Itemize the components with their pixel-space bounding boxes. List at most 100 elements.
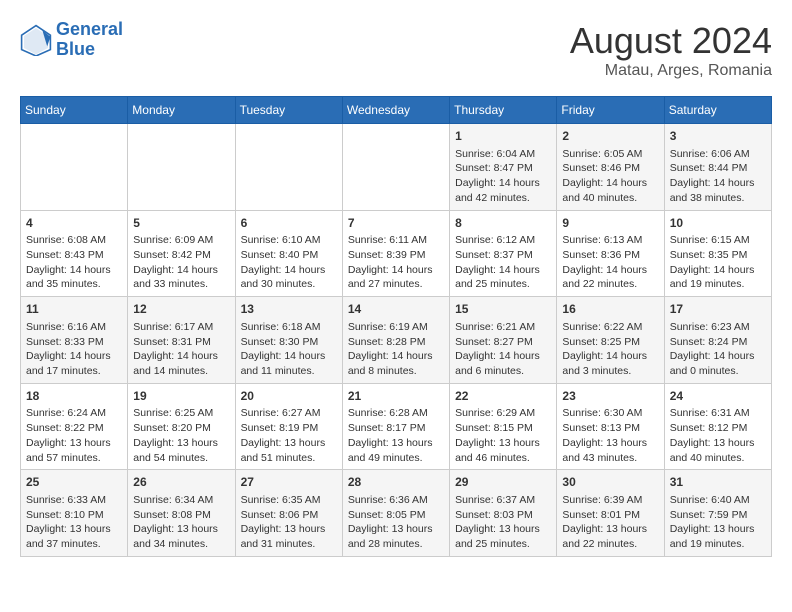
- day-info: Daylight: 14 hours: [26, 350, 111, 362]
- day-number: 19: [133, 388, 229, 405]
- day-number: 20: [241, 388, 337, 405]
- day-info: Sunrise: 6:21 AM: [455, 321, 535, 333]
- day-info: Sunrise: 6:11 AM: [348, 234, 427, 246]
- calendar-cell: 13Sunrise: 6:18 AMSunset: 8:30 PMDayligh…: [235, 297, 342, 384]
- day-info: Daylight: 14 hours: [670, 264, 755, 276]
- day-info: Sunrise: 6:10 AM: [241, 234, 321, 246]
- calendar-cell: 3Sunrise: 6:06 AMSunset: 8:44 PMDaylight…: [664, 124, 771, 211]
- day-info: Daylight: 14 hours: [133, 264, 218, 276]
- day-info: Sunset: 8:40 PM: [241, 249, 319, 261]
- day-info: Daylight: 13 hours: [562, 523, 647, 535]
- day-number: 25: [26, 474, 122, 491]
- day-header-tuesday: Tuesday: [235, 97, 342, 124]
- day-info: Sunrise: 6:16 AM: [26, 321, 106, 333]
- day-info: Sunset: 8:15 PM: [455, 422, 533, 434]
- calendar-cell: 5Sunrise: 6:09 AMSunset: 8:42 PMDaylight…: [128, 210, 235, 297]
- day-info: Sunrise: 6:04 AM: [455, 148, 535, 160]
- day-number: 8: [455, 215, 551, 232]
- day-number: 5: [133, 215, 229, 232]
- day-info: Sunrise: 6:40 AM: [670, 494, 750, 506]
- day-number: 11: [26, 301, 122, 318]
- day-info: Sunrise: 6:34 AM: [133, 494, 213, 506]
- calendar-week-3: 11 Sunrise: 6:16 AM Sunset: 8:33 PM Dayligh…: [21, 297, 772, 384]
- calendar-cell: 24Sunrise: 6:31 AMSunset: 8:12 PMDayligh…: [664, 383, 771, 470]
- day-info: and 17 minutes.: [26, 365, 101, 377]
- day-number: 14: [348, 301, 444, 318]
- day-number: 4: [26, 215, 122, 232]
- day-info: Daylight: 14 hours: [562, 177, 647, 189]
- day-info: and 40 minutes.: [562, 192, 637, 204]
- day-info: and 49 minutes.: [348, 452, 423, 464]
- calendar-cell: 27Sunrise: 6:35 AMSunset: 8:06 PMDayligh…: [235, 470, 342, 557]
- day-header-saturday: Saturday: [664, 97, 771, 124]
- day-info: Sunset: 8:42 PM: [133, 249, 211, 261]
- day-header-friday: Friday: [557, 97, 664, 124]
- calendar-cell: [235, 124, 342, 211]
- page-header: General Blue August 2024 Matau, Arges, R…: [20, 20, 772, 80]
- day-number: 28: [348, 474, 444, 491]
- calendar-cell: 19Sunrise: 6:25 AMSunset: 8:20 PMDayligh…: [128, 383, 235, 470]
- day-info: and 54 minutes.: [133, 452, 208, 464]
- day-info: Sunset: 8:47 PM: [455, 162, 533, 174]
- day-header-wednesday: Wednesday: [342, 97, 449, 124]
- day-info: Daylight: 14 hours: [241, 350, 326, 362]
- day-number: 26: [133, 474, 229, 491]
- day-info: Sunrise: 6:28 AM: [348, 407, 428, 419]
- day-info: Sunrise: 6:23 AM: [670, 321, 750, 333]
- day-info: Sunset: 7:59 PM: [670, 509, 748, 521]
- day-number: 31: [670, 474, 766, 491]
- day-info: Sunset: 8:36 PM: [562, 249, 640, 261]
- day-info: Daylight: 13 hours: [670, 523, 755, 535]
- day-header-sunday: Sunday: [21, 97, 128, 124]
- day-number: 12: [133, 301, 229, 318]
- day-info: Sunset: 8:13 PM: [562, 422, 640, 434]
- day-info: Sunrise: 6:39 AM: [562, 494, 642, 506]
- day-info: Sunset: 8:31 PM: [133, 336, 211, 348]
- days-header-row: SundayMondayTuesdayWednesdayThursdayFrid…: [21, 97, 772, 124]
- day-info: and 38 minutes.: [670, 192, 745, 204]
- day-info: Daylight: 14 hours: [348, 350, 433, 362]
- day-info: and 42 minutes.: [455, 192, 530, 204]
- day-info: and 22 minutes.: [562, 538, 637, 550]
- day-info: and 22 minutes.: [562, 278, 637, 290]
- calendar-cell: 9Sunrise: 6:13 AMSunset: 8:36 PMDaylight…: [557, 210, 664, 297]
- day-info: Sunset: 8:20 PM: [133, 422, 211, 434]
- day-number: 7: [348, 215, 444, 232]
- day-info: and 14 minutes.: [133, 365, 208, 377]
- day-info: Daylight: 14 hours: [348, 264, 433, 276]
- day-info: Sunrise: 6:36 AM: [348, 494, 428, 506]
- day-info: Sunset: 8:33 PM: [26, 336, 104, 348]
- calendar-week-4: 18Sunrise: 6:24 AMSunset: 8:22 PMDayligh…: [21, 383, 772, 470]
- calendar-cell: [21, 124, 128, 211]
- calendar-cell: 17Sunrise: 6:23 AMSunset: 8:24 PMDayligh…: [664, 297, 771, 384]
- calendar-cell: [342, 124, 449, 211]
- day-info: Sunset: 8:39 PM: [348, 249, 426, 261]
- calendar-cell: 18Sunrise: 6:24 AMSunset: 8:22 PMDayligh…: [21, 383, 128, 470]
- day-info: Sunset: 8:22 PM: [26, 422, 104, 434]
- day-number: 17: [670, 301, 766, 318]
- day-info: Sunrise: 6:29 AM: [455, 407, 535, 419]
- calendar-cell: [128, 124, 235, 211]
- calendar-cell: 1Sunrise: 6:04 AMSunset: 8:47 PMDaylight…: [450, 124, 557, 211]
- day-info: and 8 minutes.: [348, 365, 417, 377]
- day-number: 10: [670, 215, 766, 232]
- day-number: 24: [670, 388, 766, 405]
- day-info: Sunset: 8:25 PM: [562, 336, 640, 348]
- calendar-cell: 7 Sunrise: 6:11 AM Sunset: 8:39 PM Daylight…: [342, 210, 449, 297]
- day-info: Sunrise: 6:25 AM: [133, 407, 213, 419]
- calendar-cell: 15Sunrise: 6:21 AMSunset: 8:27 PMDayligh…: [450, 297, 557, 384]
- day-info: Sunrise: 6:24 AM: [26, 407, 106, 419]
- day-info: Sunrise: 6:31 AM: [670, 407, 750, 419]
- calendar-week-5: 25Sunrise: 6:33 AMSunset: 8:10 PMDayligh…: [21, 470, 772, 557]
- day-info: Sunrise: 6:22 AM: [562, 321, 642, 333]
- day-number: 29: [455, 474, 551, 491]
- calendar-cell: 6Sunrise: 6:10 AMSunset: 8:40 PMDaylight…: [235, 210, 342, 297]
- day-number: 27: [241, 474, 337, 491]
- calendar-cell: 28Sunrise: 6:36 AMSunset: 8:05 PMDayligh…: [342, 470, 449, 557]
- day-info: and 3 minutes.: [562, 365, 631, 377]
- day-info: Daylight: 13 hours: [455, 437, 540, 449]
- calendar-cell: 4Sunrise: 6:08 AMSunset: 8:43 PMDaylight…: [21, 210, 128, 297]
- day-info: Daylight: 13 hours: [241, 523, 326, 535]
- day-number: 30: [562, 474, 658, 491]
- day-info: and 57 minutes.: [26, 452, 101, 464]
